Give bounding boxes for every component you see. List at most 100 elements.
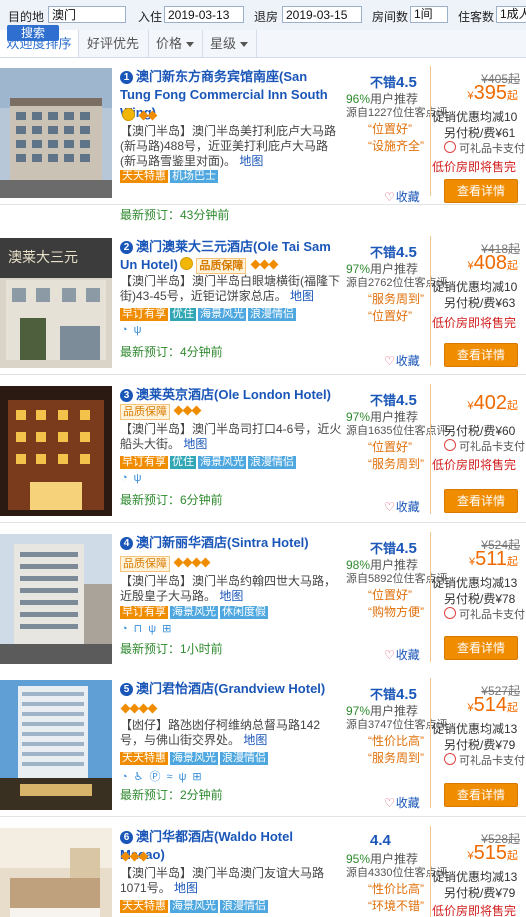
- hotel-card: 4 澳门新丽华酒店(Sintra Hotel) 品质保障 【澳门半岛】澳门半岛约翰…: [0, 524, 526, 671]
- hotel-photo[interactable]: [0, 534, 112, 664]
- view-details-button[interactable]: 查看详情: [444, 783, 518, 807]
- rating-label[interactable]: 4.4: [370, 832, 391, 849]
- view-details-button[interactable]: 查看详情: [444, 489, 518, 513]
- price-value: 408: [473, 252, 507, 274]
- no-sign-icon: [444, 439, 456, 451]
- review-keyword: “购物方便”: [368, 605, 424, 619]
- hotel-photo[interactable]: 澳莱大三元: [0, 238, 112, 368]
- map-link[interactable]: 地图: [239, 154, 263, 168]
- hotel-index-badge: 2: [120, 241, 133, 254]
- hotel-index-badge: 3: [120, 389, 133, 402]
- favorite-button[interactable]: ♡收藏: [384, 498, 420, 515]
- hotel-tags: 早订有享 优住 海景风光 浪漫情侣: [120, 454, 298, 469]
- rating-score: 4.5: [396, 244, 417, 261]
- coin-icon: [179, 257, 193, 270]
- tab-good-reviews[interactable]: 好评优先: [78, 30, 149, 57]
- rating-label[interactable]: 不错4.5: [370, 390, 417, 409]
- rating-word: 不错: [370, 75, 397, 90]
- amenities: ◔ ⊓ ψ ⊞: [121, 622, 177, 635]
- review-keyword: “服务周到”: [368, 457, 424, 471]
- gift-card-label: 可礼品卡支付: [459, 609, 525, 621]
- favorite-button[interactable]: ♡收藏: [384, 188, 420, 205]
- quality-badge: 品质保障: [196, 258, 247, 274]
- rating-label[interactable]: 不错4.5: [370, 538, 417, 557]
- gift-card: 可礼品卡支付: [444, 752, 525, 768]
- gift-card: 可礼品卡支付: [444, 438, 525, 454]
- price-suffix: 起: [507, 400, 518, 412]
- recent-booking: 最新预订：43分钟前: [120, 208, 230, 222]
- map-link[interactable]: 地图: [219, 589, 243, 603]
- tax-text: 另付税/费¥61: [444, 126, 516, 140]
- checkout-date-input[interactable]: 2019-03-15: [282, 6, 362, 23]
- address-text: 【澳门半岛】澳门半岛澳门友谊大马路1071号。: [120, 866, 325, 895]
- amenities: ◔ ψ: [121, 324, 148, 336]
- favorite-button[interactable]: ♡收藏: [384, 646, 420, 663]
- hotel-photo[interactable]: [0, 386, 112, 516]
- hotel-card: 1 澳门新东方商务宾馆南座(San Tung Fong Commercial In…: [0, 58, 526, 222]
- hotel-photo[interactable]: [0, 68, 112, 198]
- rooms-label: 房间数: [372, 10, 409, 24]
- tag: 海景风光: [170, 900, 218, 913]
- restaurant-icon: ψ: [178, 771, 187, 783]
- hotel-name: 澳莱英京酒店(Ole London Hotel): [136, 387, 331, 402]
- rooms-select[interactable]: 1间: [410, 6, 448, 23]
- hotel-address: 【澳门半岛】澳门半岛白眼塘横街(福隆下街)43-45号，近钜记饼家总店。 地图: [120, 274, 342, 304]
- hotel-photo[interactable]: [0, 680, 112, 810]
- review-keyword: “性价比高”: [368, 734, 424, 748]
- hotel-card: 6澳门华都酒店(Waldo Hotel Macao) 【澳门半岛】澳门半岛澳门友…: [0, 818, 526, 917]
- parking-icon: Ⓟ: [149, 771, 161, 783]
- tab-price[interactable]: 价格: [148, 30, 203, 57]
- divider: [430, 826, 431, 917]
- destination-input[interactable]: 澳门: [48, 6, 126, 23]
- hotel-photo[interactable]: [0, 828, 112, 917]
- promo-text: 促销优惠均减10: [432, 280, 518, 294]
- tax-text: 另付税/费¥63: [444, 296, 516, 310]
- checkin-date-input[interactable]: 2019-03-13: [164, 6, 244, 23]
- quality-badge: 品质保障: [120, 556, 170, 572]
- view-details-button[interactable]: 查看详情: [444, 636, 518, 660]
- hotel-address: 【澳门半岛】澳门半岛澳门友谊大马路1071号。 地图: [120, 866, 342, 896]
- coin-icon: [122, 108, 135, 121]
- view-details-button[interactable]: 查看详情: [444, 343, 518, 367]
- hotel-name-link[interactable]: 2 澳门澳莱大三元酒店(Ole Tai Sam Un Hotel) 品质保障: [120, 238, 340, 274]
- view-details-button[interactable]: 查看详情: [444, 179, 518, 203]
- divider: [430, 66, 431, 196]
- rating-word: 不错: [370, 687, 397, 702]
- tax-text: 另付税/费¥79: [444, 738, 516, 752]
- tag: 浪漫情侣: [248, 308, 296, 321]
- current-price: ¥515起: [468, 842, 519, 865]
- hotel-name-link[interactable]: 4 澳门新丽华酒店(Sintra Hotel): [120, 534, 340, 552]
- map-link[interactable]: 地图: [243, 733, 267, 747]
- hotel-tags: 早订有享 海景风光 休闲度假: [120, 604, 270, 619]
- rating-label[interactable]: 不错4.5: [370, 72, 417, 91]
- guests-select[interactable]: 1成人: [496, 6, 526, 23]
- hotel-name-link[interactable]: 6澳门华都酒店(Waldo Hotel Macao): [120, 828, 340, 864]
- favorite-button[interactable]: ♡收藏: [384, 352, 420, 369]
- gift-card-label: 可礼品卡支付: [459, 755, 525, 767]
- hotel-name-link[interactable]: 5 澳门君怡酒店(Grandview Hotel): [120, 680, 340, 698]
- address-text: 【澳门半岛】澳门半岛司打口4-6号，近火船头大街。: [120, 422, 342, 451]
- recent-booking: 最新预订：2分钟前: [120, 788, 223, 802]
- heart-icon: ♡: [384, 500, 395, 514]
- hotel-badges: [120, 702, 158, 716]
- current-price: ¥402起: [468, 392, 519, 415]
- rating-label[interactable]: 不错4.5: [370, 684, 417, 703]
- wifi-icon: ◔: [121, 324, 128, 336]
- map-link[interactable]: 地图: [174, 881, 198, 895]
- map-link[interactable]: 地图: [183, 437, 207, 451]
- wifi-icon: ◔: [121, 472, 128, 484]
- favorite-button[interactable]: ♡收藏: [384, 794, 420, 811]
- tab-star-rating[interactable]: 星级: [202, 30, 257, 57]
- recent-booking: 最新预订：4分钟前: [120, 345, 223, 359]
- map-link[interactable]: 地图: [290, 289, 314, 303]
- search-button[interactable]: 搜索: [7, 25, 59, 41]
- review-keyword: “位置好”: [368, 440, 412, 454]
- rating-score: 4.4: [370, 832, 391, 849]
- divider: [430, 678, 431, 808]
- chevron-down-icon: [240, 42, 248, 48]
- review-keyword: “设施齐全”: [368, 139, 424, 153]
- review-source[interactable]: 源自1635位住客点评: [346, 422, 447, 438]
- rating-label[interactable]: 不错4.5: [370, 242, 417, 261]
- rating-score: 4.5: [396, 686, 417, 703]
- hotel-address: 【澳门半岛】澳门半岛美打利庇卢大马路(新马路)488号，近亚美打利庇卢大马路(新…: [120, 124, 342, 169]
